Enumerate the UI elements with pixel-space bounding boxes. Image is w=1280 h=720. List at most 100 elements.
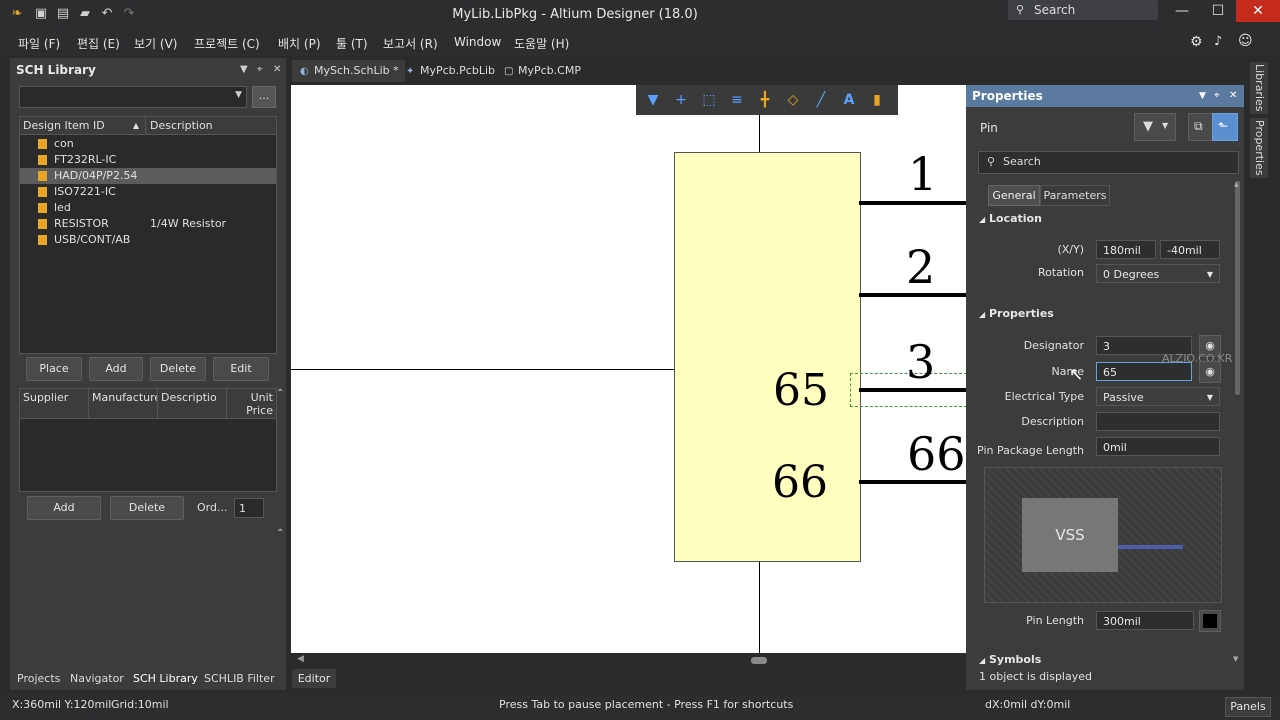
tab-projects[interactable]: Projects (12, 670, 65, 688)
tab-navigator[interactable]: Navigator (65, 670, 129, 688)
tab-editor[interactable]: Editor (292, 669, 336, 688)
user-account-icon[interactable]: ☺ (1238, 33, 1253, 49)
rotation-label: Rotation (1037, 266, 1084, 279)
column-unit-price[interactable]: Unit Price (227, 389, 276, 419)
rotation-select[interactable]: 0 Degrees ▼ (1096, 264, 1220, 283)
column-design-item-id[interactable]: Design Item ID ▲ (20, 117, 146, 135)
notification-bell-icon[interactable]: ♪ (1214, 34, 1222, 49)
menu-file[interactable]: 파일 (F) (18, 35, 60, 52)
place-part-icon[interactable]: ▮ (868, 91, 886, 109)
place-button[interactable]: Place (26, 357, 82, 381)
minimize-button[interactable]: — (1164, 0, 1200, 22)
library-more-button[interactable]: ... (252, 86, 276, 108)
name-visibility-eye-icon[interactable]: ◉ (1199, 361, 1221, 383)
tab-schlib-filter[interactable]: SCHLIB Filter (199, 670, 280, 688)
settings-gear-icon[interactable]: ⚙ (1190, 34, 1203, 50)
close-panel-icon[interactable]: ✕ (1229, 90, 1237, 101)
scroll-down-icon[interactable]: ▼ (1233, 655, 1238, 663)
section-properties[interactable]: ◢ Properties (979, 307, 1054, 320)
add-supplier-button[interactable]: Add (27, 496, 101, 520)
tab-mysch-schlib[interactable]: ◐ MySch.SchLib * (292, 60, 405, 82)
maximize-button[interactable]: ☐ (1200, 0, 1236, 22)
move-cross-icon[interactable]: + (672, 91, 690, 109)
section-location[interactable]: ◢ Location (979, 212, 1042, 225)
tab-mypcb-cmp[interactable]: ▢ MyPcb.CMP (496, 60, 587, 82)
column-supplier[interactable]: Supplier (20, 389, 89, 419)
selection-filter-button[interactable]: ▼ ▼ (1134, 113, 1176, 141)
global-search-input[interactable]: ⚲ Search (1008, 0, 1158, 20)
properties-scrollbar[interactable] (1235, 181, 1240, 395)
scroll-up-icon[interactable]: ▲ (1234, 181, 1239, 188)
panel-menu-chevron-icon[interactable]: ▼ (1199, 91, 1206, 101)
panels-button[interactable]: Panels (1225, 697, 1271, 717)
close-panel-icon[interactable]: ✕ (273, 64, 281, 75)
filter-icon[interactable]: ▼ (644, 91, 662, 109)
properties-search-input[interactable]: ⚲ Search (978, 151, 1239, 174)
search-icon: ⚲ (1016, 3, 1025, 16)
close-button[interactable]: ✕ (1236, 0, 1280, 22)
ieee-symbol-icon[interactable]: ◇ (784, 91, 802, 109)
select-cursor-button[interactable]: ⬑ (1212, 113, 1238, 141)
list-item-selected[interactable]: HAD/04P/P2.54 (20, 168, 276, 184)
document-tabs: ◐ MySch.SchLib * ✦ MyPcb.PcbLib ▢ MyPcb.CMP (290, 58, 966, 84)
select-rect-icon[interactable]: ⬚ (700, 91, 718, 109)
delete-supplier-button[interactable]: Delete (110, 496, 184, 520)
tab-parameters[interactable]: Parameters (1040, 185, 1110, 206)
delete-component-button[interactable]: Delete (150, 357, 206, 381)
cmp-file-icon: ▢ (504, 66, 514, 77)
list-item[interactable]: FT232RL-IC (20, 152, 276, 168)
add-component-button[interactable]: Add (89, 357, 143, 381)
scroll-left-icon[interactable]: ◀ (297, 654, 304, 664)
section-symbols[interactable]: ◢ Symbols (979, 653, 1041, 666)
place-pin-icon[interactable]: ╋ (756, 91, 774, 109)
list-item[interactable]: RESISTOR 1/4W Resistor (20, 216, 276, 232)
align-icon[interactable]: ≡ (728, 91, 746, 109)
list-item[interactable]: USB/CONT/AB (20, 232, 276, 248)
scroll-thumb[interactable] (751, 657, 767, 664)
pin-color-button[interactable] (1199, 610, 1221, 632)
pin-length-input[interactable]: 300mil (1096, 611, 1194, 630)
list-item[interactable]: ISO7221-IC (20, 184, 276, 200)
menu-view[interactable]: 보기 (V) (134, 35, 177, 52)
menu-window[interactable]: Window (454, 35, 501, 49)
y-input[interactable]: -40mil (1160, 240, 1220, 259)
list-item[interactable]: con (20, 136, 276, 152)
tab-general[interactable]: General (988, 185, 1040, 206)
menu-edit[interactable]: 편집 (E) (77, 35, 120, 52)
pin-1-line[interactable] (859, 201, 966, 205)
column-manufacturer[interactable]: Manufacture (89, 389, 158, 419)
x-input[interactable]: 180mil (1096, 240, 1156, 259)
order-stepper[interactable]: 1 (234, 498, 264, 518)
menu-reports[interactable]: 보고서 (R) (383, 35, 438, 52)
column-description[interactable]: Description (146, 117, 276, 135)
tab-sch-library[interactable]: SCH Library (128, 670, 203, 688)
menu-tools[interactable]: 툴 (T) (336, 35, 368, 52)
collapse-up-icon[interactable]: ⌃ (276, 528, 284, 539)
library-filter-combo[interactable]: ▼ (19, 86, 247, 108)
place-text-icon[interactable]: A (840, 91, 858, 109)
edit-component-button[interactable]: Edit (213, 357, 269, 381)
pin-panel-icon[interactable]: ⌖ (257, 64, 263, 75)
panel-menu-chevron-icon[interactable]: ▼ (240, 64, 248, 75)
column-description[interactable]: Descriptio (158, 389, 227, 419)
electrical-type-select[interactable]: Passive ▼ (1096, 387, 1220, 406)
menu-place[interactable]: 배치 (P) (278, 35, 321, 52)
pin-package-length-input[interactable]: 0mil (1096, 437, 1220, 456)
pin-panel-icon[interactable]: ⌖ (1214, 90, 1220, 101)
description-input[interactable] (1096, 412, 1220, 431)
menu-help[interactable]: 도움말 (H) (514, 35, 569, 52)
collapse-up-icon[interactable]: ⌃ (276, 388, 284, 399)
component-body[interactable] (674, 152, 861, 562)
menu-project[interactable]: 프로젝트 (C) (194, 35, 260, 52)
list-item[interactable]: led (20, 200, 276, 216)
select-overlap-button[interactable]: ⧉ (1188, 113, 1214, 141)
place-line-icon[interactable]: ╱ (812, 91, 830, 109)
tab-mypcb-pcblib[interactable]: ✦ MyPcb.PcbLib (398, 60, 501, 82)
section-title: Properties (989, 307, 1054, 320)
tab-label: MyPcb.PcbLib (420, 64, 495, 77)
horizontal-scrollbar[interactable]: ◀ (291, 653, 966, 667)
name-input[interactable]: 65 (1096, 362, 1192, 381)
side-tab-properties[interactable]: Properties (1250, 118, 1268, 178)
schematic-canvas[interactable]: ▼ + ⬚ ≡ ╋ ◇ ╱ A ▮ 1 2 3 66 65 66 (291, 85, 966, 653)
side-tab-libraries[interactable]: Libraries (1250, 62, 1268, 114)
